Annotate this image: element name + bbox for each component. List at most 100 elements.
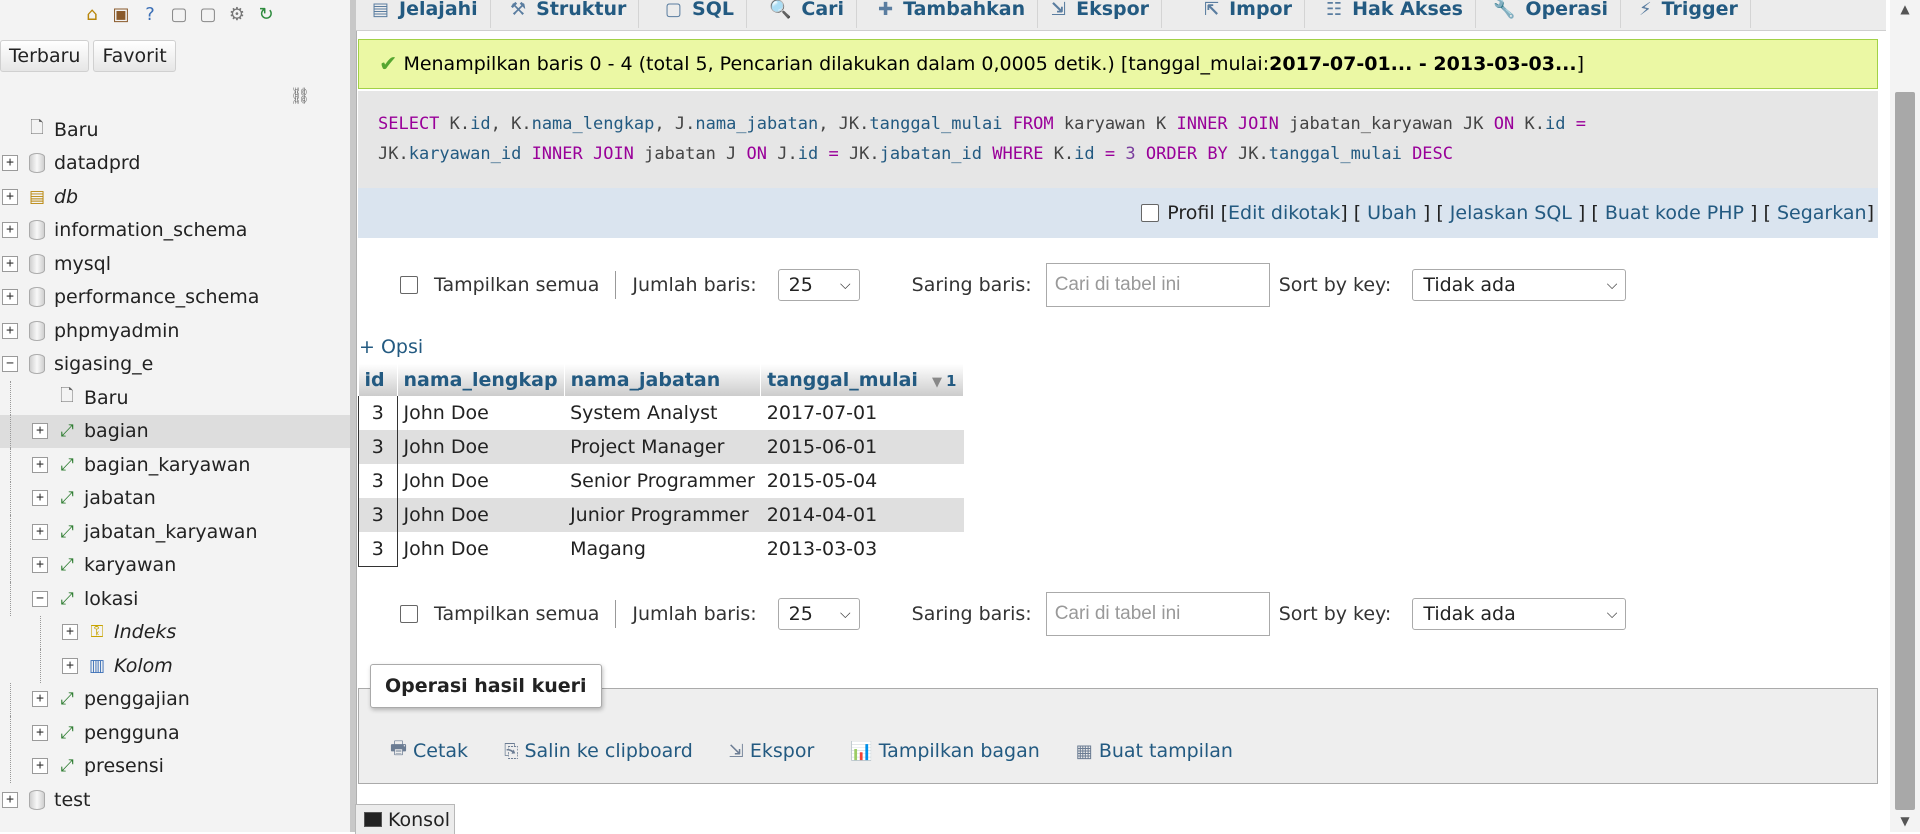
expand-icon[interactable]: + <box>32 490 48 507</box>
docs-icon[interactable]: ▢ <box>167 2 191 26</box>
help-icon[interactable]: ? <box>138 2 162 26</box>
edit-link[interactable]: Ubah <box>1367 202 1417 224</box>
tab-struktur[interactable]: ⚒ Struktur <box>498 0 640 28</box>
column-header-nama-jabatan[interactable]: nama_jabatan <box>564 364 762 396</box>
expand-icon[interactable]: + <box>32 423 48 440</box>
tree-item[interactable]: 🗋 Baru <box>0 381 350 415</box>
table-row[interactable]: 3 John Doe Project Manager 2015-06-01 <box>358 430 964 464</box>
expand-icon[interactable]: + <box>32 724 48 741</box>
tree-item[interactable]: + ⤢ bagian <box>0 414 350 448</box>
tab-impor[interactable]: ⇱ Impor <box>1192 0 1305 28</box>
table-cell-nama-jabatan[interactable]: Junior Programmer <box>564 498 761 532</box>
tree-item[interactable]: 🗋 Baru <box>0 113 350 147</box>
table-row[interactable]: 3 John Doe Magang 2013-03-03 <box>358 532 964 567</box>
table-cell-nama-lengkap[interactable]: John Doe <box>397 430 565 464</box>
filter-rows-input[interactable]: Cari di tabel ini <box>1045 263 1270 307</box>
reload-icon[interactable]: ↻ <box>254 2 278 26</box>
expand-icon[interactable]: + <box>2 791 18 808</box>
copy-icon[interactable]: ▢ <box>196 2 220 26</box>
expand-icon[interactable]: + <box>62 624 78 641</box>
tab-recent[interactable]: Terbaru <box>0 40 90 72</box>
table-cell-nama-lengkap[interactable]: John Doe <box>397 464 565 498</box>
tree-item[interactable]: + ⚿ Indeks <box>0 615 350 649</box>
tab-favorites[interactable]: Favorit <box>93 40 176 72</box>
expand-icon[interactable]: + <box>2 322 18 339</box>
scroll-up-arrow-icon[interactable]: ▲ <box>1893 2 1917 18</box>
options-link[interactable]: + Opsi <box>359 336 423 358</box>
table-cell-nama-lengkap[interactable]: John Doe <box>397 396 565 430</box>
table-cell-tanggal-mulai[interactable]: 2017-07-01 <box>760 396 964 430</box>
table-row[interactable]: 3 John Doe System Analyst 2017-07-01 <box>358 396 964 430</box>
salin-ke-clipboard-link[interactable]: ⎘ Salin ke clipboard <box>504 736 693 766</box>
scrollbar-thumb[interactable] <box>1895 92 1915 810</box>
expand-icon[interactable]: + <box>2 155 18 172</box>
rows-per-page-select[interactable]: 25 ⌵ <box>777 269 860 301</box>
tab-hak-akses[interactable]: ☷ Hak Akses <box>1314 0 1476 28</box>
expand-icon[interactable]: + <box>2 188 18 205</box>
collapse-icon[interactable]: − <box>2 356 18 373</box>
tree-item[interactable]: + ▤ db <box>0 180 350 214</box>
column-header-id[interactable]: id <box>358 364 398 396</box>
tab-operasi[interactable]: 🔧 Operasi <box>1481 0 1622 28</box>
table-row[interactable]: 3 John Doe Senior Programmer 2015-05-04 <box>358 464 964 498</box>
console-tab[interactable]: Konsol <box>355 804 455 834</box>
table-cell-nama-lengkap[interactable]: John Doe <box>397 532 565 567</box>
tree-item[interactable]: + mysql <box>0 247 350 281</box>
table-cell-nama-jabatan[interactable]: Senior Programmer <box>564 464 761 498</box>
sort-by-key-select[interactable]: Tidak ada ⌵ <box>1412 269 1627 301</box>
tree-item[interactable]: + ▥ Kolom <box>0 649 350 683</box>
expand-icon[interactable]: + <box>32 523 48 540</box>
tab-trigger[interactable]: ⚡ Trigger <box>1627 0 1751 28</box>
expand-icon[interactable]: + <box>32 691 48 708</box>
tab-sql[interactable]: ▢ SQL <box>653 0 747 28</box>
table-cell-nama-jabatan[interactable]: Magang <box>564 532 761 567</box>
expand-icon[interactable]: + <box>2 222 18 239</box>
tree-item[interactable]: + information_schema <box>0 214 350 248</box>
table-cell-tanggal-mulai[interactable]: 2014-04-01 <box>760 498 964 532</box>
table-cell-nama-jabatan[interactable]: Project Manager <box>564 430 761 464</box>
expand-icon[interactable]: + <box>2 289 18 306</box>
refresh-link[interactable]: Segarkan <box>1777 202 1867 224</box>
tree-item[interactable]: − sigasing_e <box>0 348 350 382</box>
tree-item[interactable]: + ⤢ bagian_karyawan <box>0 448 350 482</box>
home-icon[interactable]: ⌂ <box>80 2 104 26</box>
tree-item[interactable]: + ⤢ jabatan_karyawan <box>0 515 350 549</box>
edit-inline-link[interactable]: Edit dikotak <box>1228 202 1340 224</box>
table-cell-id[interactable]: 3 <box>358 464 398 498</box>
filter-rows-input[interactable]: Cari di tabel ini <box>1045 592 1270 636</box>
tree-item[interactable]: + performance_schema <box>0 281 350 315</box>
tree-item[interactable]: + ⤢ karyawan <box>0 548 350 582</box>
rows-per-page-select[interactable]: 25 ⌵ <box>777 598 860 630</box>
tree-item[interactable]: − ⤢ lokasi <box>0 582 350 616</box>
expand-icon[interactable]: + <box>62 657 78 674</box>
expand-icon[interactable]: + <box>2 255 18 272</box>
link-with-main-icon[interactable]: ⛓ <box>290 86 310 105</box>
column-header-nama-lengkap[interactable]: nama_lengkap <box>397 364 565 396</box>
logout-icon[interactable]: ▣ <box>109 2 133 26</box>
expand-icon[interactable]: + <box>32 456 48 473</box>
buat-tampilan-link[interactable]: ▦ Buat tampilan <box>1076 736 1233 766</box>
tab-ekspor[interactable]: ⇲ Ekspor <box>1039 0 1163 28</box>
settings-icon[interactable]: ⚙ <box>225 2 249 26</box>
expand-icon[interactable]: + <box>32 557 48 574</box>
ekspor-link[interactable]: ⇲ Ekspor <box>729 736 815 766</box>
tree-item[interactable]: + datadprd <box>0 147 350 181</box>
cetak-link[interactable]: 🖶 Cetak <box>390 736 468 766</box>
tree-item[interactable]: + ⤢ presensi <box>0 749 350 783</box>
table-cell-tanggal-mulai[interactable]: 2015-05-04 <box>760 464 964 498</box>
explain-sql-link[interactable]: Jelaskan SQL <box>1450 202 1572 224</box>
table-cell-nama-lengkap[interactable]: John Doe <box>397 498 565 532</box>
create-php-code-link[interactable]: Buat kode PHP <box>1605 202 1744 224</box>
tampilkan-bagan-link[interactable]: 📊 Tampilkan bagan <box>850 736 1040 766</box>
table-cell-id[interactable]: 3 <box>358 396 398 430</box>
tree-item[interactable]: + phpmyadmin <box>0 314 350 348</box>
table-cell-tanggal-mulai[interactable]: 2013-03-03 <box>760 532 964 567</box>
table-cell-tanggal-mulai[interactable]: 2015-06-01 <box>760 430 964 464</box>
tree-item[interactable]: + ⤢ jabatan <box>0 481 350 515</box>
tree-item[interactable]: + ⤢ pengguna <box>0 716 350 750</box>
expand-icon[interactable]: + <box>32 758 48 775</box>
tree-item[interactable]: + ⤢ penggajian <box>0 682 350 716</box>
tab-tambahkan[interactable]: ✚ Tambahkan <box>866 0 1039 28</box>
tree-item[interactable]: + test <box>0 783 350 817</box>
show-all-checkbox[interactable] <box>400 605 418 623</box>
